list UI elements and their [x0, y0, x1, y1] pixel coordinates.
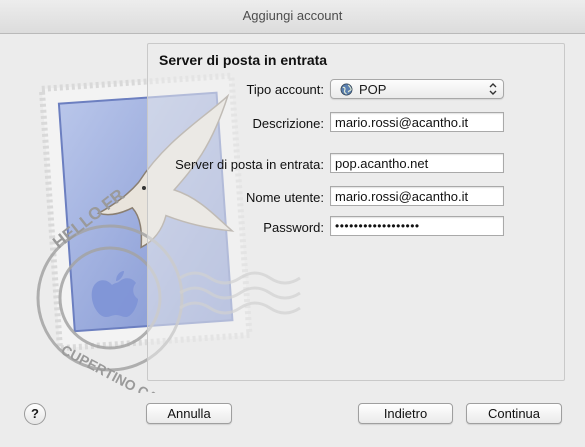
back-button[interactable]: Indietro — [358, 403, 453, 424]
incoming-server-field[interactable]: pop.acantho.net — [330, 153, 504, 173]
help-button[interactable]: ? — [24, 403, 46, 425]
globe-icon — [340, 83, 353, 96]
add-account-window: Aggiungi account HELLO FR CUPERTINO CA S… — [0, 0, 585, 447]
continue-button[interactable]: Continua — [466, 403, 562, 424]
password-field[interactable]: •••••••••••••••••• — [330, 216, 504, 236]
account-type-select[interactable]: POP — [330, 79, 504, 99]
panel-title: Server di posta in entrata — [159, 52, 328, 68]
description-label: Descrizione: — [252, 116, 324, 131]
cancel-button[interactable]: Annulla — [146, 403, 232, 424]
description-field[interactable]: mario.rossi@acantho.it — [330, 112, 504, 132]
title-bar[interactable]: Aggiungi account — [0, 0, 585, 34]
username-label: Nome utente: — [245, 190, 324, 205]
account-type-value: POP — [359, 82, 387, 97]
username-field[interactable]: mario.rossi@acantho.it — [330, 186, 504, 206]
account-type-label: Tipo account: — [246, 82, 324, 97]
incoming-server-label: Server di posta in entrata: — [175, 157, 324, 172]
chevron-updown-icon — [489, 83, 497, 95]
window-title: Aggiungi account — [242, 8, 343, 23]
password-label: Password: — [263, 220, 324, 235]
